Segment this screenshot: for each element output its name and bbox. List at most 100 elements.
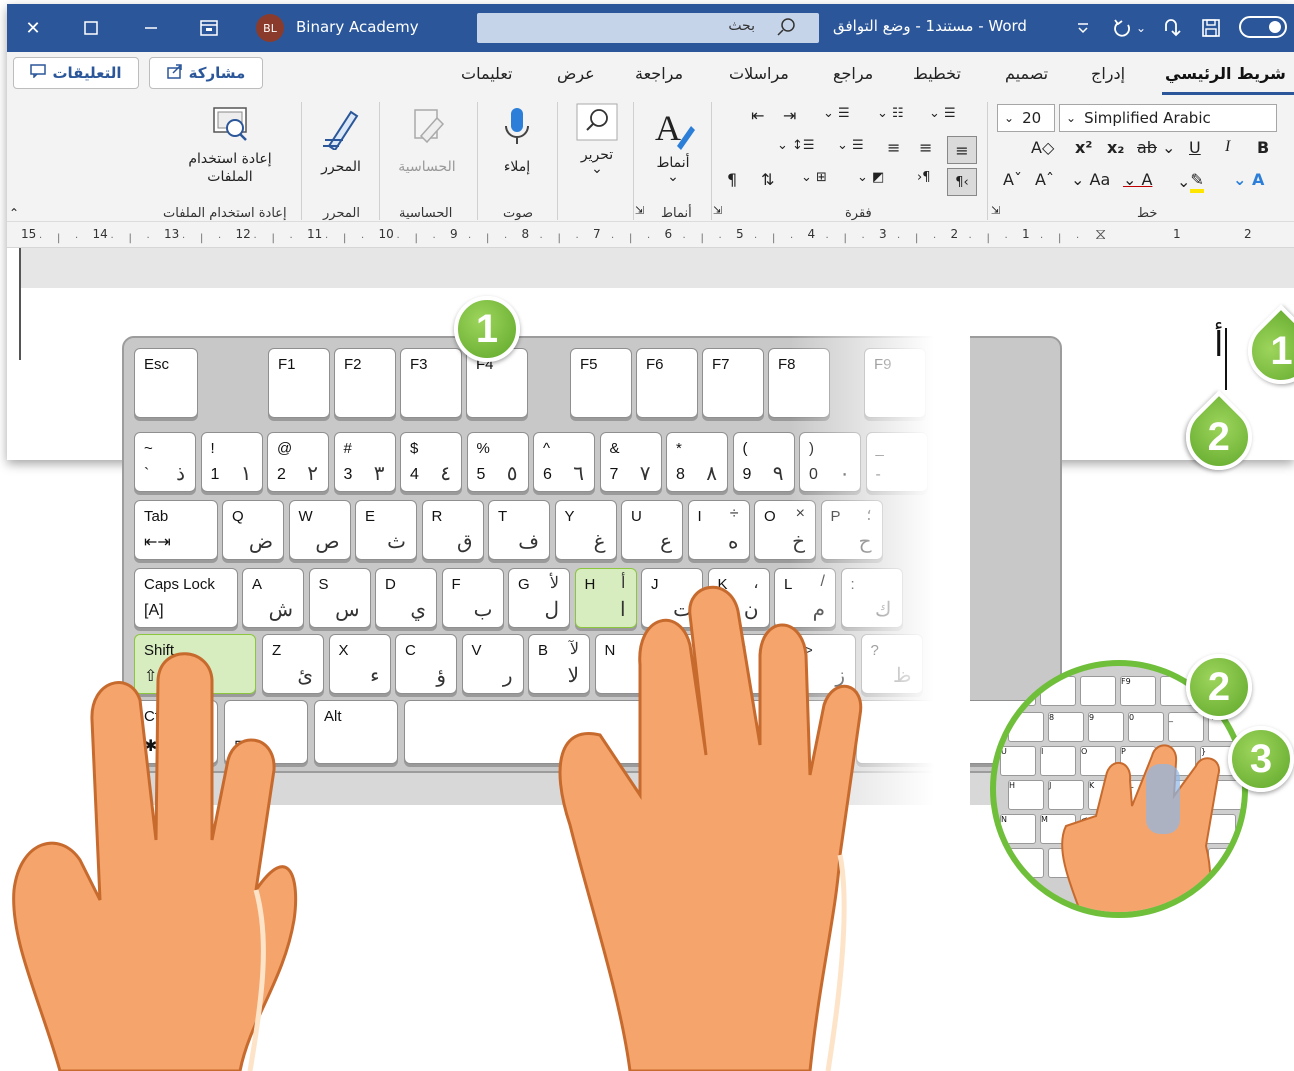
- key-label: A: [252, 576, 263, 593]
- text-effects-icon[interactable]: ⌄ A: [1233, 170, 1264, 189]
- key-arabic-label: ؤ: [436, 665, 446, 687]
- strikethrough-icon[interactable]: ab ⌄: [1137, 138, 1175, 157]
- multilevel-list-icon[interactable]: ⌄ ☰: [823, 106, 850, 121]
- autosave-toggle[interactable]: [1239, 16, 1287, 38]
- key-letter: Xء: [328, 634, 391, 694]
- rtl-direction-icon[interactable]: ¶‹: [947, 168, 977, 196]
- decrease-font-icon[interactable]: Aˇ: [1003, 170, 1022, 189]
- tab-layout[interactable]: تخطيط: [913, 64, 961, 83]
- minimize-icon[interactable]: [133, 4, 169, 52]
- editor-button[interactable]: المحرر: [311, 106, 371, 176]
- maximize-icon[interactable]: [73, 4, 109, 52]
- ltr-direction-icon[interactable]: ›¶: [917, 170, 930, 185]
- italic-icon[interactable]: I: [1225, 138, 1230, 156]
- key-label: X: [338, 642, 349, 659]
- customize-qat-icon[interactable]: [1065, 4, 1101, 52]
- save-icon[interactable]: [1193, 4, 1229, 52]
- tab-design[interactable]: تصميم: [1005, 64, 1048, 83]
- ribbon-display-icon[interactable]: [191, 4, 227, 52]
- key-number: & 7 ٧: [599, 432, 662, 492]
- dictate-button[interactable]: إملاء: [487, 106, 547, 176]
- key-letter: Aش: [242, 568, 304, 628]
- step-badge-doc-1-number: 1: [1269, 328, 1293, 373]
- font-color-icon[interactable]: ⌄ A: [1123, 170, 1152, 189]
- step-badge-inset-2: 2: [1186, 654, 1252, 720]
- microphone-icon: [502, 108, 532, 154]
- avatar[interactable]: BL: [256, 14, 284, 42]
- undo-dropdown-icon[interactable]: ⌄: [1131, 4, 1151, 52]
- tab-references[interactable]: مراجع: [833, 64, 873, 83]
- change-case-icon[interactable]: ⌄ Aa: [1071, 170, 1110, 189]
- reuse-files-button[interactable]: إعادة استخدام الملفات: [175, 106, 285, 186]
- decrease-indent-icon[interactable]: ⇤: [751, 106, 764, 125]
- sensitivity-label: الحساسية: [398, 159, 456, 175]
- key-arabic-label: ف: [518, 531, 539, 553]
- ruler-number: 1: [1022, 227, 1030, 241]
- highlight-icon[interactable]: ⌄ ✎: [1177, 170, 1204, 193]
- key-label: &: [609, 440, 620, 457]
- increase-indent-icon[interactable]: ⇥: [783, 106, 796, 125]
- font-dialog-launcher-icon[interactable]: ⇲: [991, 204, 1000, 217]
- key-label: D: [385, 576, 396, 593]
- key-letter: Tف: [488, 500, 550, 560]
- horizontal-ruler: 15 · | · 14 · | · 13 · | · 12 · | · 11 · | · 10 · | · 9 · | · 8 · | · 7 ·…: [7, 222, 1294, 248]
- increase-font-icon[interactable]: Aˆ: [1035, 170, 1054, 189]
- justify-icon[interactable]: ⌄ ☰: [837, 138, 864, 153]
- underline-icon[interactable]: U: [1189, 138, 1201, 157]
- key-label-lower: 8: [676, 466, 685, 483]
- align-right-icon[interactable]: ≡: [947, 136, 977, 164]
- superscript-icon[interactable]: x²: [1075, 138, 1092, 157]
- font-size-select[interactable]: ⌄ 20: [997, 104, 1055, 132]
- key-label: Q: [232, 508, 244, 525]
- sensitivity-icon: [407, 109, 447, 154]
- tab-insert[interactable]: إدراج: [1091, 64, 1125, 83]
- bold-icon[interactable]: B: [1257, 138, 1269, 157]
- tab-view[interactable]: عرض: [557, 64, 595, 83]
- comments-button[interactable]: التعليقات: [13, 57, 139, 89]
- ruler-tick: ·: [361, 233, 365, 244]
- ruler-tick: ·: [897, 233, 901, 244]
- key-label: *: [676, 440, 682, 457]
- key-f3: F3: [400, 348, 462, 418]
- key-label: Tab: [144, 508, 169, 525]
- ruler-tick: |: [557, 233, 561, 244]
- key-number: $4 ٤: [400, 432, 462, 492]
- undo-icon[interactable]: [1155, 4, 1191, 52]
- account-name[interactable]: Binary Academy: [296, 18, 419, 36]
- tab-home[interactable]: شريط الرئيسي: [1165, 64, 1286, 83]
- align-left-icon[interactable]: ≡: [887, 138, 900, 157]
- share-button[interactable]: مشاركة: [149, 57, 263, 89]
- close-icon[interactable]: ✕: [15, 4, 51, 52]
- center-icon[interactable]: ≡: [919, 138, 932, 157]
- key-esc: Esc: [134, 348, 198, 418]
- typed-character: أ: [1214, 325, 1224, 365]
- subscript-icon[interactable]: x₂: [1107, 138, 1124, 157]
- styles-button[interactable]: A أنماط ⌄: [643, 106, 703, 186]
- bullets-icon[interactable]: ⌄ ☰: [929, 106, 956, 121]
- indent-marker-icon[interactable]: ⧖: [1095, 224, 1106, 244]
- shading-icon[interactable]: ⌄ ◩: [857, 170, 884, 185]
- inset-key: 7: [1008, 712, 1044, 742]
- numbering-icon[interactable]: ⌄ ☷: [877, 106, 904, 121]
- paragraph-dialog-launcher-icon[interactable]: ⇲: [713, 204, 722, 217]
- ruler-tick: ·: [1004, 233, 1008, 244]
- ruler-number: 5: [736, 227, 744, 241]
- editing-button[interactable]: تحرير ⌄: [567, 102, 627, 178]
- show-formatting-icon[interactable]: ¶: [727, 170, 737, 189]
- clear-formatting-icon[interactable]: A◇: [1031, 138, 1054, 157]
- key-letter: Wص: [288, 500, 351, 560]
- collapse-ribbon-icon[interactable]: ⌃: [9, 206, 19, 220]
- styles-icon: A: [651, 108, 695, 154]
- borders-icon[interactable]: ⌄ ⊞: [801, 170, 827, 185]
- key-letter: Rق: [421, 500, 484, 560]
- sort-icon[interactable]: ⇅: [761, 170, 774, 189]
- tab-review[interactable]: مراجعة: [635, 64, 683, 83]
- tab-help[interactable]: تعليمات: [461, 64, 512, 83]
- tab-mailings[interactable]: مراسلات: [729, 64, 789, 83]
- font-name-select[interactable]: ⌄ Simplified Arabic: [1059, 104, 1277, 132]
- sensitivity-button[interactable]: الحساسية: [387, 106, 467, 176]
- styles-dialog-launcher-icon[interactable]: ⇲: [635, 204, 644, 217]
- key-arabic-label: ع: [660, 531, 672, 553]
- line-spacing-icon[interactable]: ⌄ ↕☰: [777, 138, 815, 153]
- search-input[interactable]: بحث: [477, 13, 819, 43]
